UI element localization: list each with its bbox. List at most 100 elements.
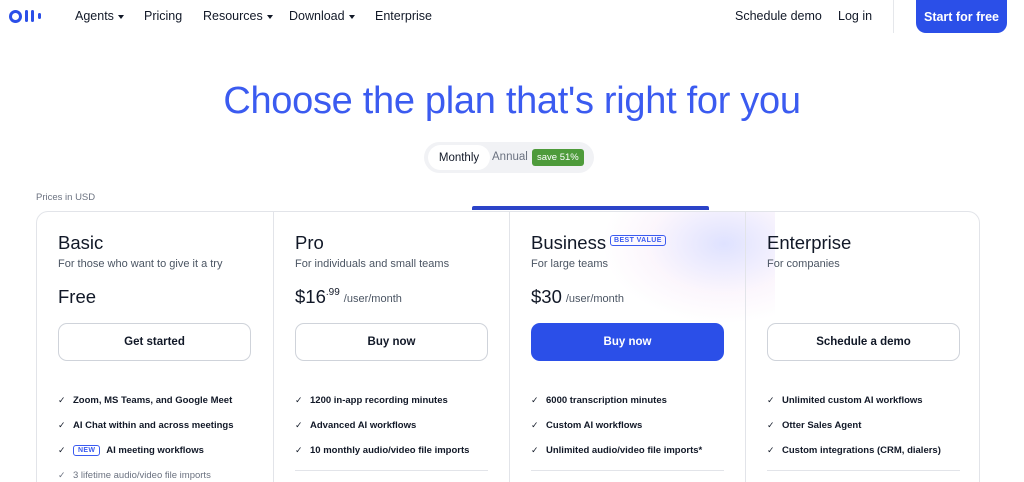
plan-subtitle: For companies [767,258,840,270]
check-icon: ✓ [295,395,303,405]
feature-item: ✓ Otter Sales Agent [767,413,967,438]
otter-logo-icon[interactable] [9,9,49,23]
feature-item: ✓ Unlimited custom AI workflows [767,388,967,413]
divider [295,470,488,471]
feature-text: Otter Sales Agent [782,420,862,431]
check-icon: ✓ [531,445,539,455]
page-title: Choose the plan that's right for you [223,80,801,122]
check-icon: ✓ [58,470,66,480]
check-icon: ✓ [767,445,775,455]
feature-text: Custom integrations (CRM, dialers) [782,445,941,456]
nav-enterprise-label: Enterprise [375,9,432,23]
nav-resources-label: Resources [203,9,263,23]
prices-currency-note: Prices in USD [36,192,96,203]
plan-price: $16 .99 /user/month [295,286,402,308]
feature-text: Unlimited audio/video file imports* [546,445,703,456]
plan-card-enterprise: Enterprise For companies Schedule a demo… [745,212,979,482]
plan-price: Free [58,286,96,308]
nav-enterprise[interactable]: Enterprise [375,9,432,23]
plan-subtitle: For large teams [531,258,609,270]
feature-item: ✓ Custom integrations (CRM, dialers) [767,438,967,463]
divider [767,470,960,471]
feature-text: 10 monthly audio/video file imports [310,445,470,456]
login-link[interactable]: Log in [838,9,872,23]
check-icon: ✓ [295,445,303,455]
plan-name: Business [531,232,607,253]
feature-text: Zoom, MS Teams, and Google Meet [73,395,233,406]
plan-features: ✓ Unlimited custom AI workflows ✓ Otter Sa… [767,388,967,463]
nav-pricing[interactable]: Pricing [144,9,182,23]
feature-item: ✓ 10 monthly audio/video file imports [295,438,495,463]
feature-item: ✓ Custom AI workflows [531,413,731,438]
feature-item: ✓ NEW AI meeting workflows [58,438,258,463]
top-nav: Agents Pricing Resources Download Enterp… [0,0,1024,33]
check-icon: ✓ [531,420,539,430]
start-for-free-button[interactable]: Start for free [916,0,1007,33]
chevron-down-icon [117,14,124,19]
get-started-button[interactable]: Get started [58,323,251,361]
plan-subtitle: For individuals and small teams [295,258,450,270]
buy-now-button[interactable]: Buy now [531,323,724,361]
billing-monthly-option[interactable]: Monthly [428,145,490,170]
login-label: Log in [838,9,873,23]
plan-price-cents: .99 [325,287,340,298]
feature-item: ✓ Zoom, MS Teams, and Google Meet [58,388,258,413]
nav-pricing-label: Pricing [144,9,183,23]
feature-item: ✓ Unlimited audio/video file imports* [531,438,731,463]
feature-text: Advanced AI workflows [310,420,417,431]
nav-agents-label: Agents [75,9,114,23]
feature-text: 6000 transcription minutes [546,395,667,406]
plan-price-main: $30 [531,286,562,307]
check-icon: ✓ [767,395,775,405]
billing-toggle[interactable]: Monthly Annual save 51% [424,142,594,173]
nav-divider [893,0,894,33]
check-icon: ✓ [531,395,539,405]
feature-item: ✓ AI Chat within and across meetings [58,413,258,438]
feature-text: 1200 in-app recording minutes [310,395,448,406]
chevron-down-icon [348,14,355,19]
schedule-a-demo-button[interactable]: Schedule a demo [767,323,960,361]
feature-item: ✓ Advanced AI workflows [295,413,495,438]
billing-annual-option[interactable]: Annual [492,151,528,163]
plan-price-main: Free [58,286,97,307]
plan-price-main: $16 [295,286,326,307]
featured-plan-accent [472,206,709,210]
nav-agents[interactable]: Agents [75,9,124,23]
feature-text: AI Chat within and across meetings [73,420,234,431]
divider [531,470,724,471]
check-icon: ✓ [58,445,66,455]
plan-name: Basic [58,232,104,253]
best-value-badge: BEST VALUE [610,235,666,246]
schedule-demo-label: Schedule demo [735,9,822,23]
check-icon: ✓ [58,395,66,405]
nav-download[interactable]: Download [289,9,355,23]
plan-features: ✓ Zoom, MS Teams, and Google Meet ✓ AI Cha… [58,388,258,482]
plan-price: $30 /user/month [531,286,624,308]
buy-now-button[interactable]: Buy now [295,323,488,361]
plan-name: Pro [295,232,324,253]
feature-text: 3 lifetime audio/video file imports [73,470,211,481]
feature-text: AI meeting workflows [106,445,204,456]
plan-card-basic: Basic For those who want to give it a tr… [37,212,273,482]
feature-item: ✓ 6000 transcription minutes [531,388,731,413]
feature-item: ✓ 1200 in-app recording minutes [295,388,495,413]
plan-features: ✓ 1200 in-app recording minutes ✓ Advanced… [295,388,495,463]
check-icon: ✓ [295,420,303,430]
plan-features: ✓ 6000 transcription minutes ✓ Custom AI w… [531,388,731,463]
plan-card-business: Business BEST VALUE For large teams $30 … [509,212,775,482]
schedule-demo-link[interactable]: Schedule demo [735,9,822,23]
plan-price-unit: /user/month [565,293,624,305]
nav-download-label: Download [289,9,345,23]
nav-resources[interactable]: Resources [203,9,273,23]
check-icon: ✓ [767,420,775,430]
pricing-plans: Basic For those who want to give it a tr… [36,211,980,482]
check-icon: ✓ [58,420,66,430]
chevron-down-icon [266,14,273,19]
feature-text: Unlimited custom AI workflows [782,395,923,406]
feature-text: Custom AI workflows [546,420,643,431]
save-badge: save 51% [532,149,584,166]
plan-subtitle: For those who want to give it a try [58,258,223,270]
new-badge: NEW [73,445,101,456]
plan-price-unit: /user/month [343,293,402,305]
plan-card-pro: Pro For individuals and small teams $16 … [273,212,509,482]
